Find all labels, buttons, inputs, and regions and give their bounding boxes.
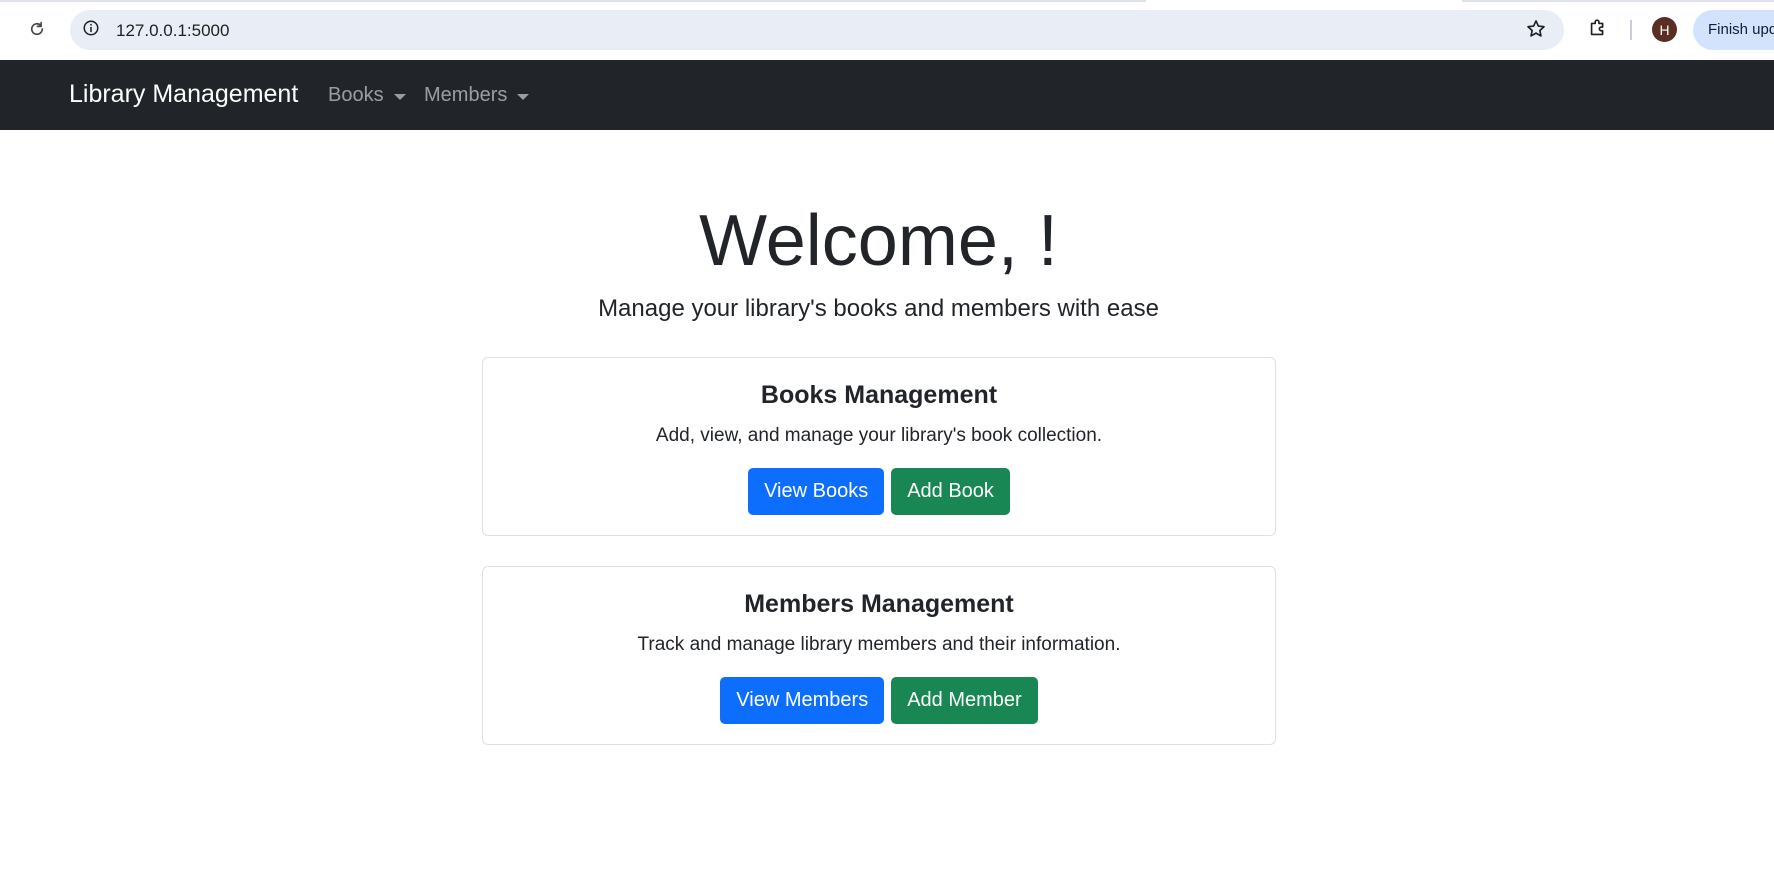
- members-card: Members Management Track and manage libr…: [482, 566, 1276, 745]
- profile-avatar[interactable]: H: [1652, 17, 1677, 42]
- browser-toolbar: 127.0.0.1:5000 H Finish update: [0, 0, 1774, 60]
- finish-update-button[interactable]: Finish update: [1693, 10, 1774, 50]
- add-book-button[interactable]: Add Book: [891, 468, 1010, 515]
- members-menu-label: Members: [424, 84, 508, 106]
- members-dropdown[interactable]: Members: [424, 84, 530, 107]
- extensions-button[interactable]: [1584, 16, 1612, 44]
- books-card: Books Management Add, view, and manage y…: [482, 357, 1276, 536]
- books-menu-label: Books: [328, 84, 384, 106]
- site-info-button[interactable]: [80, 19, 102, 41]
- url-text[interactable]: 127.0.0.1:5000: [116, 21, 229, 41]
- card-text: Add, view, and manage your library's boo…: [655, 425, 1103, 446]
- toolbar-divider: [1630, 20, 1632, 40]
- navbar-brand[interactable]: Library Management: [69, 80, 298, 109]
- page-title: Welcome, !: [699, 201, 1058, 281]
- card-actions: View Members Add Member: [483, 677, 1275, 724]
- tab-strip: [0, 0, 1774, 2]
- page-subtitle: Manage your library's books and members …: [598, 295, 1159, 322]
- extensions-icon: [1587, 17, 1609, 44]
- address-bar[interactable]: 127.0.0.1:5000: [70, 10, 1564, 50]
- star-icon: [1525, 18, 1547, 45]
- info-icon: [82, 19, 100, 42]
- card-title: Books Management: [760, 381, 998, 409]
- books-dropdown[interactable]: Books: [328, 84, 406, 107]
- card-actions: View Books Add Book: [483, 468, 1275, 515]
- reload-icon: [28, 20, 46, 43]
- chevron-down-icon: [393, 93, 406, 100]
- card-text: Track and manage library members and the…: [637, 634, 1121, 655]
- app-navbar: Library Management Books Members: [0, 60, 1774, 130]
- reload-button[interactable]: [22, 16, 52, 46]
- chevron-down-icon: [517, 93, 530, 100]
- card-title: Members Management: [744, 590, 1014, 618]
- bookmark-button[interactable]: [1524, 19, 1548, 43]
- view-members-button[interactable]: View Members: [720, 677, 885, 724]
- add-member-button[interactable]: Add Member: [891, 677, 1038, 724]
- view-books-button[interactable]: View Books: [748, 468, 885, 515]
